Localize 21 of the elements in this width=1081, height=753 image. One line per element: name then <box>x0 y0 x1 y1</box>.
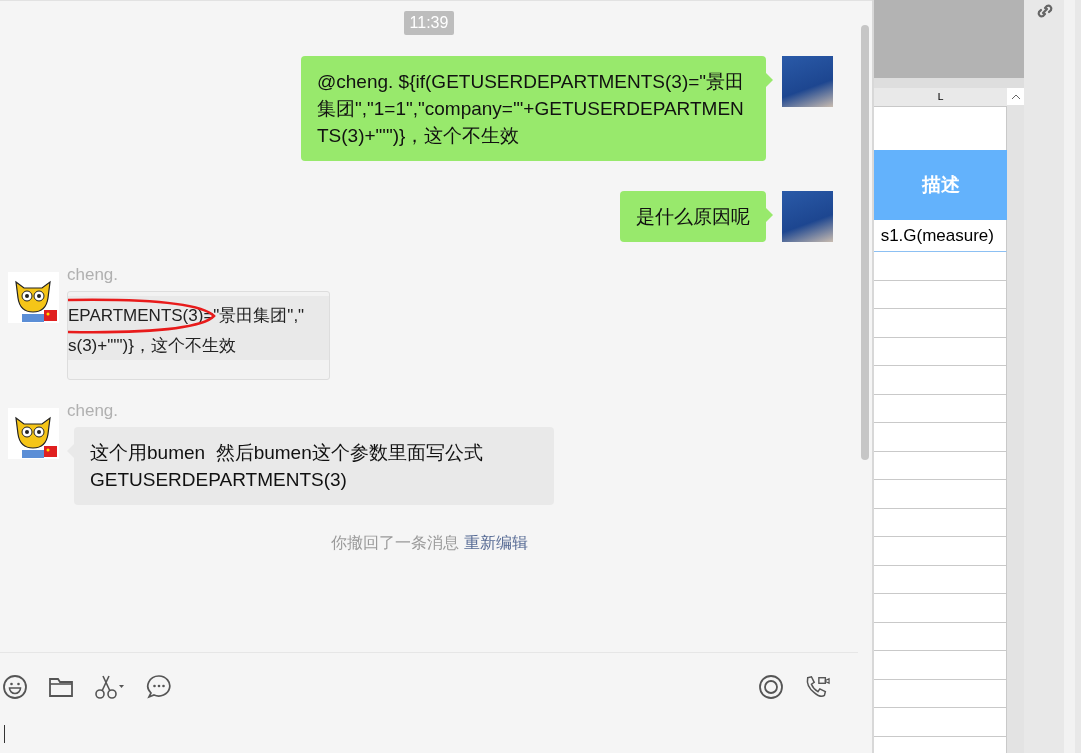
sender-name: cheng. <box>67 401 119 421</box>
timestamp: 11:39 <box>403 11 455 35</box>
recall-notice: 你撤回了一条消息 <box>330 533 459 553</box>
photo-placeholder[interactable] <box>782 56 833 107</box>
scrollbar-thumb[interactable] <box>861 25 869 460</box>
emoji-icon[interactable] <box>2 674 28 700</box>
cartoon-avatar[interactable] <box>8 408 59 459</box>
sender-name: cheng. <box>67 265 119 285</box>
cartoon-avatar[interactable] <box>8 272 59 323</box>
circle-icon[interactable] <box>758 674 784 700</box>
header-cell: 描述 <box>874 150 1007 220</box>
scissors-icon[interactable] <box>94 674 126 700</box>
edit-again-link[interactable]: 重新编辑 <box>463 533 528 554</box>
screenshot-text: s(3)+"'")}，这个不生效 <box>68 335 237 357</box>
column-header[interactable]: L <box>874 88 1007 107</box>
video-call-icon[interactable] <box>804 674 830 700</box>
chat-bubble-icon[interactable] <box>146 674 172 700</box>
sheet-scrollbar[interactable] <box>1007 88 1024 753</box>
chevron-up-icon <box>1010 93 1021 100</box>
scroll-up-button[interactable] <box>1007 88 1024 105</box>
photo-placeholder[interactable] <box>782 191 833 242</box>
